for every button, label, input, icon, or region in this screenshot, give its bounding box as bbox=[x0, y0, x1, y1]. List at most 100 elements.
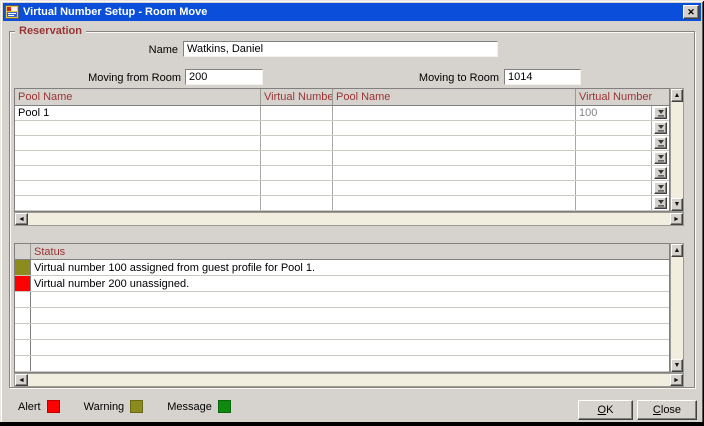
pool-name-cell[interactable] bbox=[15, 121, 261, 135]
virtual-number-cell[interactable] bbox=[261, 121, 333, 135]
scroll-up-button[interactable]: ▲ bbox=[671, 244, 683, 257]
lov-button[interactable] bbox=[654, 152, 667, 164]
lov-cell bbox=[652, 106, 669, 120]
moving-to-room-label: Moving to Room bbox=[378, 72, 499, 84]
scroll-left-button[interactable]: ◄ bbox=[15, 374, 28, 386]
lov-button[interactable] bbox=[654, 182, 667, 194]
virtual-number-cell[interactable] bbox=[261, 136, 333, 150]
close-button[interactable]: Close bbox=[637, 400, 697, 420]
lov-button[interactable] bbox=[654, 122, 667, 134]
scroll-down-icon: ▼ bbox=[674, 201, 681, 208]
moving-from-room-input[interactable]: 200 bbox=[185, 69, 263, 85]
table-row bbox=[15, 136, 669, 151]
pool-name-cell[interactable] bbox=[15, 136, 261, 150]
legend-item: Alert bbox=[18, 400, 60, 413]
pool-table-body: Pool 1 100 bbox=[15, 106, 669, 211]
scroll-left-icon: ◄ bbox=[18, 216, 25, 223]
pool-name-2-cell[interactable] bbox=[333, 106, 576, 120]
pool-name-2-cell[interactable] bbox=[333, 151, 576, 165]
pool-name-cell[interactable] bbox=[15, 166, 261, 180]
moving-to-room-input[interactable]: 1014 bbox=[504, 69, 581, 85]
pool-name-cell[interactable] bbox=[15, 196, 261, 210]
status-text bbox=[31, 292, 669, 307]
status-table: Status Virtual number 100 assigned from … bbox=[14, 243, 670, 373]
close-button[interactable]: ✕ bbox=[683, 5, 699, 19]
status-row bbox=[15, 308, 669, 324]
pool-table: Pool Name Virtual Number Pool Name Virtu… bbox=[14, 88, 670, 212]
lov-cell bbox=[652, 151, 669, 165]
scroll-down-button[interactable]: ▼ bbox=[671, 198, 683, 211]
virtual-number-cell[interactable] bbox=[261, 106, 333, 120]
status-vertical-scrollbar[interactable]: ▲ ▼ bbox=[670, 243, 684, 373]
virtual-number-cell[interactable] bbox=[261, 166, 333, 180]
legend-item: Warning bbox=[84, 400, 144, 413]
lov-arrow-icon bbox=[657, 184, 665, 192]
status-text bbox=[31, 308, 669, 323]
window-title: Virtual Number Setup - Room Move bbox=[23, 6, 207, 18]
virtual-number-2-cell[interactable] bbox=[576, 181, 652, 195]
virtual-number-cell[interactable] bbox=[261, 151, 333, 165]
lov-arrow-icon bbox=[657, 139, 665, 147]
lov-button[interactable] bbox=[654, 167, 667, 179]
scroll-up-button[interactable]: ▲ bbox=[671, 89, 683, 102]
pool-table-vertical-scrollbar[interactable]: ▲ ▼ bbox=[670, 88, 684, 212]
virtual-number-2-cell[interactable] bbox=[576, 151, 652, 165]
pool-name-cell[interactable]: Pool 1 bbox=[15, 106, 261, 120]
moving-from-room-label: Moving from Room bbox=[60, 72, 181, 84]
virtual-number-2-cell[interactable]: 100 bbox=[576, 106, 652, 120]
scroll-down-icon: ▼ bbox=[674, 362, 681, 369]
legend-swatch bbox=[47, 400, 60, 413]
pool-name-2-cell[interactable] bbox=[333, 121, 576, 135]
status-header: Status bbox=[31, 244, 669, 259]
virtual-number-2-cell[interactable] bbox=[576, 121, 652, 135]
pool-name-2-cell[interactable] bbox=[333, 181, 576, 195]
status-table-header: Status bbox=[15, 244, 669, 260]
pool-name-2-cell[interactable] bbox=[333, 196, 576, 210]
table-row bbox=[15, 166, 669, 181]
ok-button[interactable]: OK bbox=[578, 400, 633, 420]
status-horizontal-scrollbar[interactable]: ◄ ► bbox=[14, 373, 684, 387]
table-row: Pool 1 100 bbox=[15, 106, 669, 121]
status-row bbox=[15, 324, 669, 340]
lov-button[interactable] bbox=[654, 197, 667, 209]
legend-label: Message bbox=[167, 401, 212, 413]
pool-name-2-cell[interactable] bbox=[333, 166, 576, 180]
scroll-right-button[interactable]: ► bbox=[670, 213, 683, 225]
lov-cell bbox=[652, 181, 669, 195]
virtual-number-cell[interactable] bbox=[261, 181, 333, 195]
lov-button[interactable] bbox=[654, 137, 667, 149]
pool-name-2-header: Pool Name bbox=[333, 89, 576, 105]
scroll-right-button[interactable]: ► bbox=[670, 374, 683, 386]
lov-arrow-icon bbox=[657, 124, 665, 132]
status-indicator bbox=[15, 260, 31, 275]
status-row bbox=[15, 292, 669, 308]
table-row bbox=[15, 196, 669, 211]
scroll-up-icon: ▲ bbox=[674, 247, 681, 254]
table-row bbox=[15, 121, 669, 136]
pool-name-cell[interactable] bbox=[15, 181, 261, 195]
close-icon: ✕ bbox=[687, 8, 695, 17]
status-text: Virtual number 100 assigned from guest p… bbox=[31, 260, 669, 275]
status-text bbox=[31, 356, 669, 371]
virtual-number-2-cell[interactable] bbox=[576, 166, 652, 180]
legend-label: Warning bbox=[84, 401, 125, 413]
name-label: Name bbox=[100, 44, 178, 56]
lov-button[interactable] bbox=[654, 107, 667, 119]
pool-name-2-cell[interactable] bbox=[333, 136, 576, 150]
lov-arrow-icon bbox=[657, 169, 665, 177]
name-input[interactable]: Watkins, Daniel bbox=[183, 41, 498, 57]
virtual-number-cell[interactable] bbox=[261, 196, 333, 210]
scroll-left-button[interactable]: ◄ bbox=[15, 213, 28, 225]
status-indicator bbox=[15, 356, 31, 371]
scroll-down-button[interactable]: ▼ bbox=[671, 359, 683, 372]
status-text bbox=[31, 340, 669, 355]
virtual-number-2-cell[interactable] bbox=[576, 136, 652, 150]
lov-cell bbox=[652, 196, 669, 210]
status-text bbox=[31, 324, 669, 339]
virtual-number-setup-window: Virtual Number Setup - Room Move ✕ Reser… bbox=[0, 0, 704, 426]
pool-table-horizontal-scrollbar[interactable]: ◄ ► bbox=[14, 212, 684, 226]
status-indicator bbox=[15, 308, 31, 323]
virtual-number-2-cell[interactable] bbox=[576, 196, 652, 210]
pool-table-header: Pool Name Virtual Number Pool Name Virtu… bbox=[15, 89, 669, 106]
pool-name-cell[interactable] bbox=[15, 151, 261, 165]
